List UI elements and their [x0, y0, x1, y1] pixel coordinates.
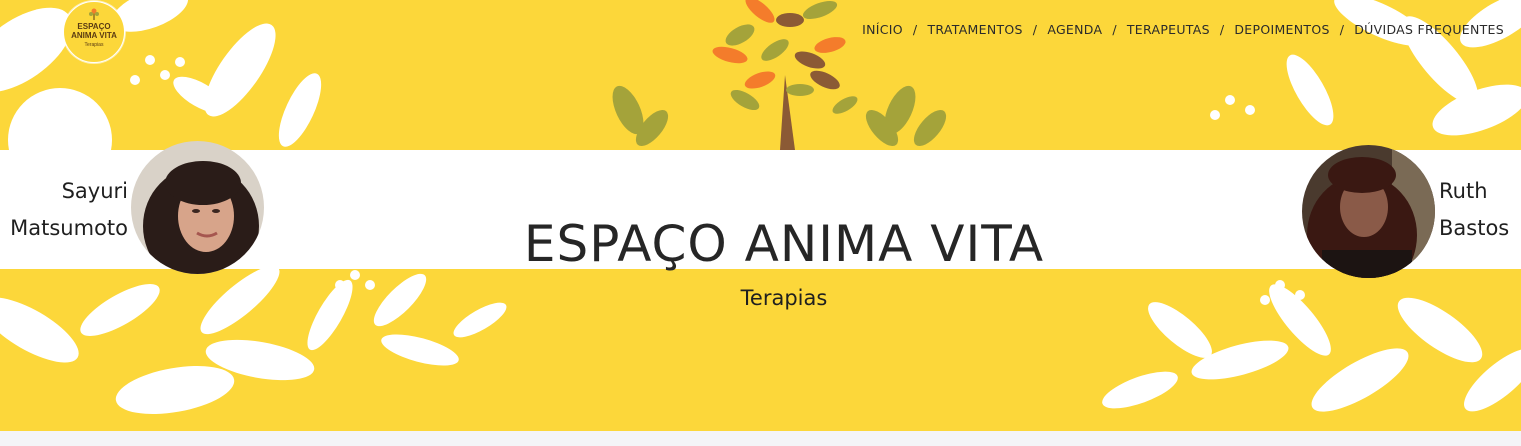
main-navigation: INÍCIO / TRATAMENTOS / AGENDA / TERAPEUT…	[862, 22, 1504, 37]
nav-separator: /	[1219, 22, 1225, 37]
avatar-sayuri[interactable]	[131, 141, 264, 274]
hero-section: ESPAÇO ANIMA VITA Terapias INÍCIO / TRAT…	[0, 0, 1521, 431]
bottom-divider	[0, 431, 1521, 446]
therapist-name-sayuri[interactable]: Sayuri Matsumoto	[7, 173, 128, 247]
logo-tagline: Terapias	[84, 42, 104, 48]
tree-sprig-icon	[89, 8, 99, 20]
nav-separator: /	[1112, 22, 1117, 37]
nav-separator: /	[1032, 22, 1038, 37]
nav-depoimentos[interactable]: DEPOIMENTOS	[1234, 22, 1329, 37]
page-subtitle: Terapias	[740, 286, 828, 310]
nav-inicio[interactable]: INÍCIO	[862, 22, 903, 37]
brand-logo[interactable]: ESPAÇO ANIMA VITA Terapias	[63, 1, 125, 63]
nav-separator: /	[912, 22, 918, 37]
therapist-first-name: Ruth	[1439, 179, 1488, 203]
therapist-name-ruth[interactable]: Ruth Bastos	[1439, 173, 1519, 247]
logo-line-1: ESPAÇO	[77, 22, 111, 31]
therapist-last-name: Bastos	[1439, 216, 1510, 240]
therapist-photo-sayuri	[131, 141, 264, 274]
logo-line-2: ANIMA VITA	[71, 31, 117, 40]
nav-separator: /	[1339, 22, 1345, 37]
nav-tratamentos[interactable]: TRATAMENTOS	[927, 22, 1022, 37]
therapist-first-name: Sayuri	[61, 179, 128, 203]
nav-terapeutas[interactable]: TERAPEUTAS	[1127, 22, 1210, 37]
avatar-ruth[interactable]	[1302, 145, 1435, 278]
therapist-photo-ruth	[1302, 145, 1435, 278]
therapist-last-name: Matsumoto	[10, 216, 128, 240]
nav-duvidas-frequentes[interactable]: DÚVIDAS FREQUENTES	[1354, 22, 1504, 37]
nav-agenda[interactable]: AGENDA	[1047, 22, 1102, 37]
